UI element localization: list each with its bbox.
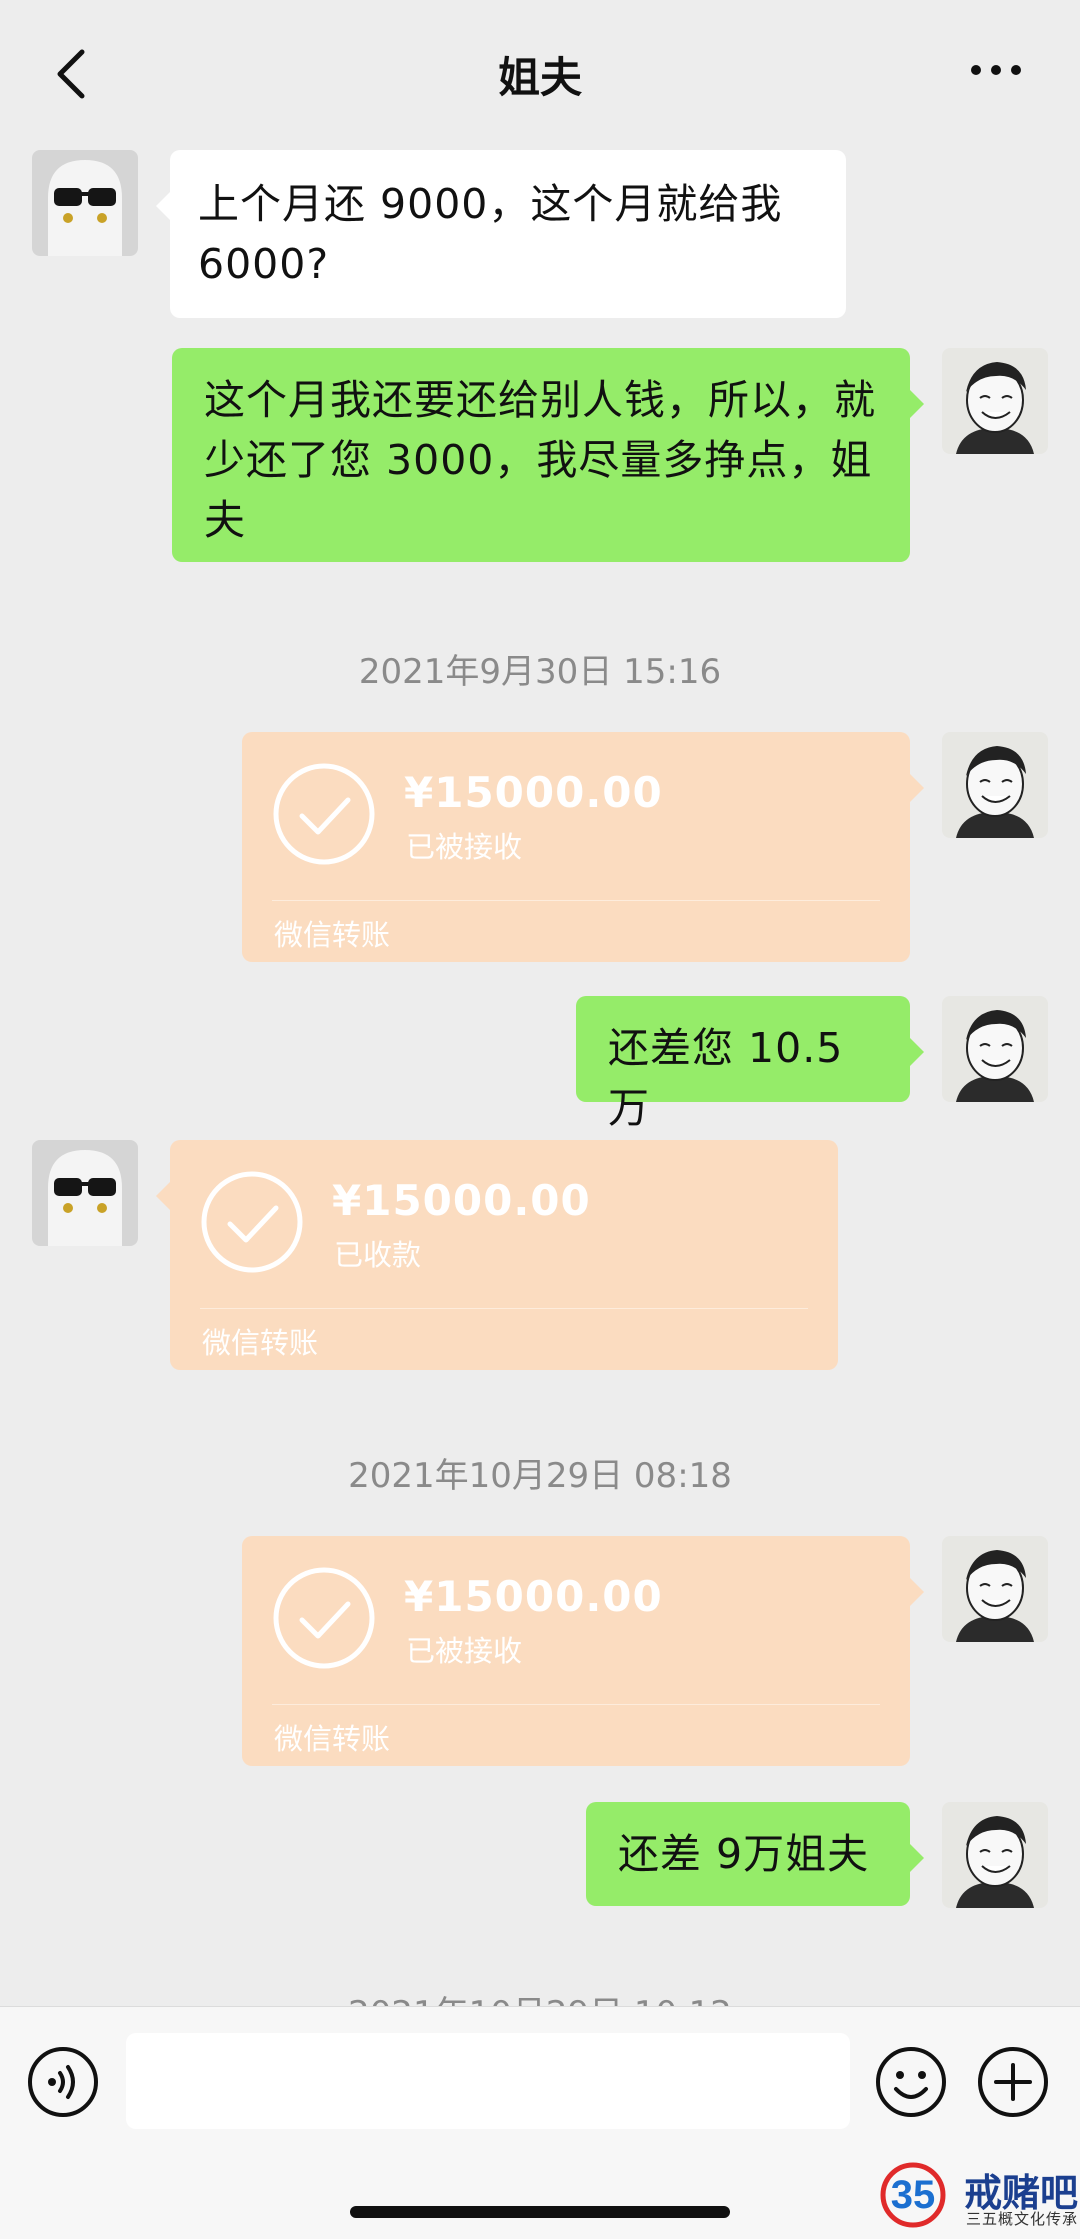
watermark-subtitle: 三五概文化传承 — [966, 2210, 1079, 2228]
voice-button[interactable] — [26, 2045, 100, 2119]
transfer-amount: ¥15000.00 — [404, 768, 663, 817]
cartoon-face-avatar-icon — [942, 996, 1048, 1102]
transfer-label: 微信转账 — [274, 1722, 391, 1756]
transfer-card[interactable]: ¥15000.00 已被接收 微信转账 — [242, 1536, 924, 1766]
transfer-status: 已被接收 — [406, 1634, 523, 1668]
emoji-button[interactable] — [874, 2045, 948, 2119]
transfer-label: 微信转账 — [274, 918, 391, 952]
my-avatar[interactable] — [942, 732, 1048, 838]
divider — [200, 1308, 808, 1309]
contact-avatar[interactable] — [32, 1140, 138, 1246]
divider — [272, 900, 880, 901]
home-indicator[interactable] — [350, 2206, 730, 2218]
watermark: 35 戒赌吧 三五概文化传承 — [868, 2158, 1078, 2238]
message-text: 还差您 10.5 万 — [608, 1024, 844, 1132]
plus-button[interactable] — [976, 2045, 1050, 2119]
transfer-card[interactable]: ¥15000.00 已被接收 微信转账 — [242, 732, 924, 962]
message-text: 这个月我还要还给别人钱，所以，就少还了您 3000，我尽量多挣点，姐夫 — [204, 376, 876, 544]
transfer-card[interactable]: ¥15000.00 已收款 微信转账 — [156, 1140, 838, 1370]
cartoon-face-avatar-icon — [942, 1802, 1048, 1908]
more-button[interactable] — [966, 50, 1026, 90]
message-bubble-sent[interactable]: 还差 9万姐夫 — [586, 1802, 924, 1906]
timestamp: 2021年9月30日 15:16 — [358, 652, 722, 692]
ghost-avatar-icon — [32, 150, 138, 256]
my-avatar[interactable] — [942, 1802, 1048, 1908]
transfer-amount: ¥15000.00 — [404, 1572, 663, 1621]
emoji-icon — [876, 2047, 946, 2117]
check-circle-icon — [273, 1567, 375, 1669]
message-bubble-sent[interactable]: 还差您 10.5 万 — [576, 996, 924, 1132]
watermark-logo-icon: 35 — [880, 2162, 946, 2228]
message-text: 上个月还 9000，这个月就给我 6000? — [198, 180, 783, 288]
message-bubble-sent[interactable]: 这个月我还要还给别人钱，所以，就少还了您 3000，我尽量多挣点，姐夫 — [172, 348, 924, 562]
divider — [272, 1704, 880, 1705]
timestamp: 2021年10月29日 08:18 — [348, 1456, 732, 1496]
plus-icon — [978, 2047, 1048, 2117]
contact-avatar[interactable] — [32, 150, 138, 256]
nav-bar: 姐夫 — [0, 0, 1080, 150]
my-avatar[interactable] — [942, 996, 1048, 1102]
check-circle-icon — [273, 763, 375, 865]
ghost-avatar-icon — [32, 1140, 138, 1246]
voice-icon — [28, 2047, 98, 2117]
transfer-status: 已被接收 — [406, 830, 523, 864]
transfer-label: 微信转账 — [202, 1326, 319, 1360]
chat-screen: 姐夫 上个月还 9000，这个月就给我 6000? 这个月我还要还给别人钱，所以… — [0, 0, 1080, 2239]
check-circle-icon — [201, 1171, 303, 1273]
cartoon-face-avatar-icon — [942, 732, 1048, 838]
message-text: 还差 9万姐夫 — [618, 1830, 870, 1878]
transfer-status: 已收款 — [334, 1238, 422, 1272]
my-avatar[interactable] — [942, 348, 1048, 454]
chat-title: 姐夫 — [497, 53, 582, 102]
transfer-amount: ¥15000.00 — [332, 1176, 591, 1225]
message-input[interactable] — [126, 2033, 850, 2129]
more-dots-icon — [971, 65, 1021, 75]
message-bubble-received[interactable]: 上个月还 9000，这个月就给我 6000? — [156, 150, 846, 318]
cartoon-face-avatar-icon — [942, 348, 1048, 454]
my-avatar[interactable] — [942, 1536, 1048, 1642]
watermark-logo-text: 35 — [891, 2173, 936, 2217]
cartoon-face-avatar-icon — [942, 1536, 1048, 1642]
